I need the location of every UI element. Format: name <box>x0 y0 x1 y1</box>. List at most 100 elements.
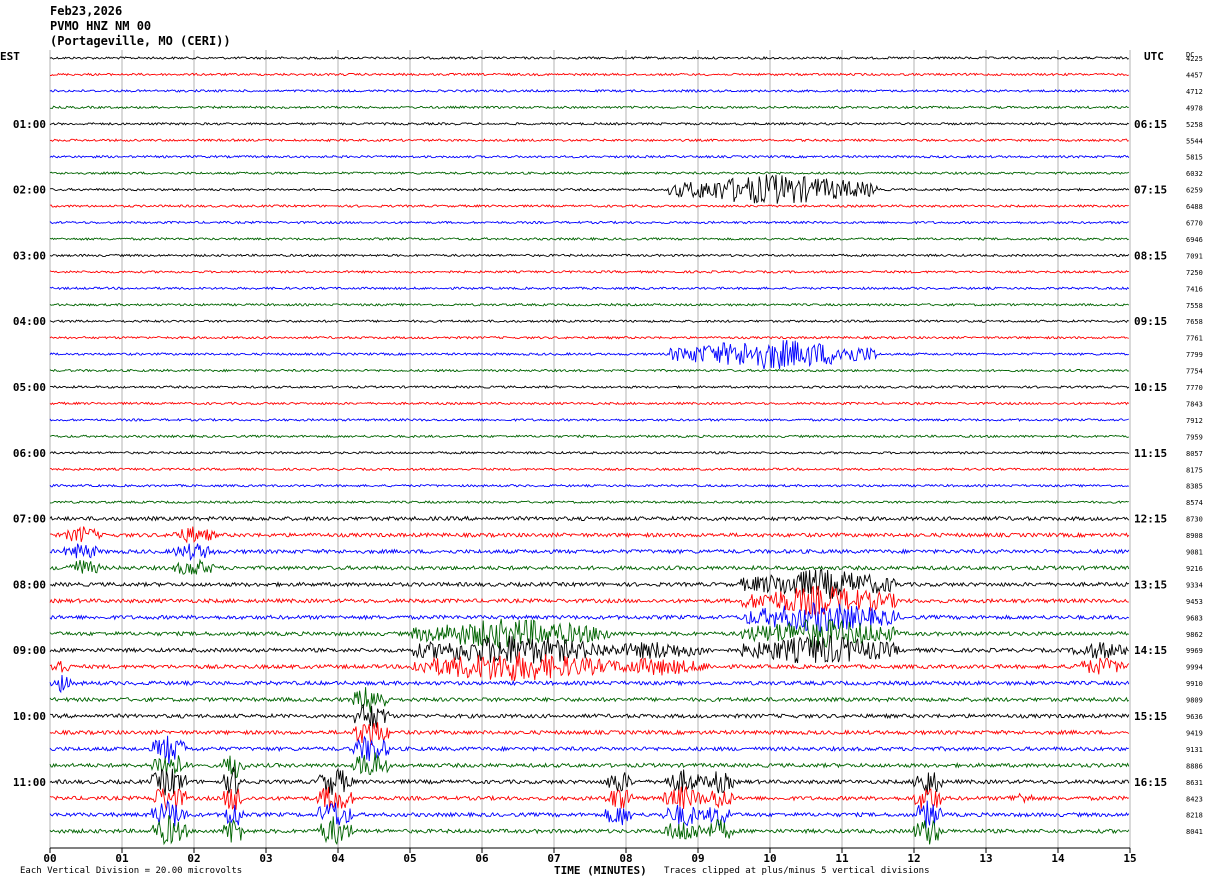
right-zone-label: UTC <box>1144 50 1164 63</box>
left-time-label: 04:00 <box>13 315 46 328</box>
dc-offset-label: 9216 <box>1186 565 1203 573</box>
dc-offset-label: 8385 <box>1186 483 1203 491</box>
dc-offset-label: 8574 <box>1186 499 1203 507</box>
trace-row-43 <box>49 752 1130 779</box>
left-time-label: 05:00 <box>13 381 46 394</box>
trace-row-15 <box>49 302 1130 307</box>
left-time-label: 08:00 <box>13 578 46 591</box>
right-time-label: 10:15 <box>1134 381 1167 394</box>
dc-offset-label: 7799 <box>1186 351 1203 359</box>
dc-offset-label: 8041 <box>1186 828 1203 836</box>
dc-offset-label: 9994 <box>1186 664 1203 672</box>
x-tick-label: 14 <box>1051 852 1065 865</box>
trace-row-1 <box>50 72 1129 77</box>
dc-offset-label: 7091 <box>1186 252 1203 260</box>
trace-row-2 <box>49 88 1130 93</box>
dc-offset-label: 7761 <box>1186 335 1203 343</box>
dc-offset-label: 8886 <box>1186 762 1203 770</box>
trace-row-28 <box>49 515 1130 522</box>
trace-row-12 <box>49 253 1130 258</box>
dc-offset-label: 9809 <box>1186 697 1203 705</box>
x-tick-label: 13 <box>979 852 992 865</box>
trace-row-44 <box>49 766 1130 796</box>
dc-offset-label: 9683 <box>1186 614 1203 622</box>
x-tick-label: 00 <box>43 852 56 865</box>
clip-note: Traces clipped at plus/minus 5 vertical … <box>664 866 930 876</box>
right-time-label: 15:15 <box>1134 710 1167 723</box>
dc-offset-label: 9910 <box>1186 680 1203 688</box>
x-tick-label: 02 <box>187 852 200 865</box>
trace-row-25 <box>49 467 1129 472</box>
trace-row-45 <box>49 786 1129 811</box>
trace-row-4 <box>49 121 1130 126</box>
trace-row-32 <box>49 568 1130 599</box>
dc-offset-labels: 4225 4457 4712 4978 5258 5544 5815 6032 6259 6488… <box>1186 55 1203 836</box>
trace-row-38 <box>49 674 1130 694</box>
x-tick-label: 11 <box>835 852 849 865</box>
dc-offset-label: 4712 <box>1186 88 1203 96</box>
dc-offset-label: 6032 <box>1186 170 1203 178</box>
right-time-label: 14:15 <box>1134 644 1167 657</box>
trace-row-27 <box>49 500 1129 505</box>
dc-offset-label: 9453 <box>1186 598 1203 606</box>
trace-row-26 <box>49 483 1129 488</box>
left-time-labels: 01:00 02:00 03:00 04:00 05:00 06:00 07:00 08:00… <box>13 118 46 789</box>
trace-row-22 <box>49 417 1129 422</box>
trace-group <box>49 55 1130 846</box>
dc-offset-label: 7754 <box>1186 368 1203 376</box>
trace-row-37 <box>49 651 1130 681</box>
trace-row-13 <box>49 269 1129 274</box>
dc-offset-label: 9969 <box>1186 647 1203 655</box>
trace-row-21 <box>49 401 1130 406</box>
trace-row-31 <box>49 558 1130 575</box>
trace-row-16 <box>49 319 1130 324</box>
trace-row-0 <box>49 55 1129 60</box>
trace-row-42 <box>49 735 1129 764</box>
trace-row-24 <box>49 450 1130 455</box>
dc-offset-label: 9862 <box>1186 631 1203 639</box>
x-tick-labels: 00 01 02 03 04 05 06 07 08 09 10 11 12 13 14 15 <box>43 848 1137 865</box>
scale-note: Each Vertical Division = 20.00 microvolt… <box>20 866 243 876</box>
dc-offset-label: 8908 <box>1186 532 1203 540</box>
trace-row-40 <box>49 703 1130 730</box>
x-axis-title: TIME (MINUTES) <box>554 864 647 877</box>
x-tick-label: 03 <box>259 852 272 865</box>
dc-offset-label: 7658 <box>1186 318 1203 326</box>
trace-row-8 <box>49 174 1130 204</box>
dc-offset-label: 6770 <box>1186 220 1203 228</box>
dc-offset-label: 9334 <box>1186 581 1203 589</box>
dc-offset-label: 7959 <box>1186 433 1203 441</box>
right-time-label: 12:15 <box>1134 513 1167 526</box>
seismogram-plot: EST UTC DC 00 01 02 03 04 05 06 07 08 09 10 11 12 13 1… <box>0 50 1203 877</box>
left-time-label: 07:00 <box>13 513 46 526</box>
trace-row-47 <box>49 815 1130 846</box>
x-tick-label: 10 <box>763 852 776 865</box>
dc-offset-label: 6946 <box>1186 236 1203 244</box>
trace-row-20 <box>50 384 1130 389</box>
dc-offset-label: 9081 <box>1186 549 1203 557</box>
left-time-label: 03:00 <box>13 249 46 262</box>
trace-row-9 <box>49 204 1129 208</box>
right-time-label: 11:15 <box>1134 447 1167 460</box>
right-time-labels: 06:15 07:15 08:15 09:15 10:15 11:15 12:15 13:15… <box>1134 118 1167 789</box>
left-time-label: 10:00 <box>13 710 46 723</box>
trace-row-23 <box>49 434 1129 439</box>
trace-row-10 <box>49 220 1129 225</box>
left-time-label: 09:00 <box>13 644 46 657</box>
trace-row-30 <box>49 543 1130 561</box>
trace-row-41 <box>49 722 1130 746</box>
dc-offset-label: 8730 <box>1186 516 1203 524</box>
left-time-label: 02:00 <box>13 184 46 197</box>
left-zone-label: EST <box>0 50 20 63</box>
dc-offset-label: 4225 <box>1186 55 1203 63</box>
dc-offset-label: 9636 <box>1186 713 1203 721</box>
trace-row-18 <box>49 340 1129 370</box>
dc-offset-label: 6259 <box>1186 187 1203 195</box>
trace-row-3 <box>49 105 1129 110</box>
x-tick-label: 06 <box>475 852 489 865</box>
dc-offset-label: 4978 <box>1186 104 1203 112</box>
trace-row-46 <box>49 799 1130 829</box>
dc-offset-label: 7770 <box>1186 384 1203 392</box>
trace-row-11 <box>49 236 1130 242</box>
dc-offset-label: 7416 <box>1186 285 1203 293</box>
